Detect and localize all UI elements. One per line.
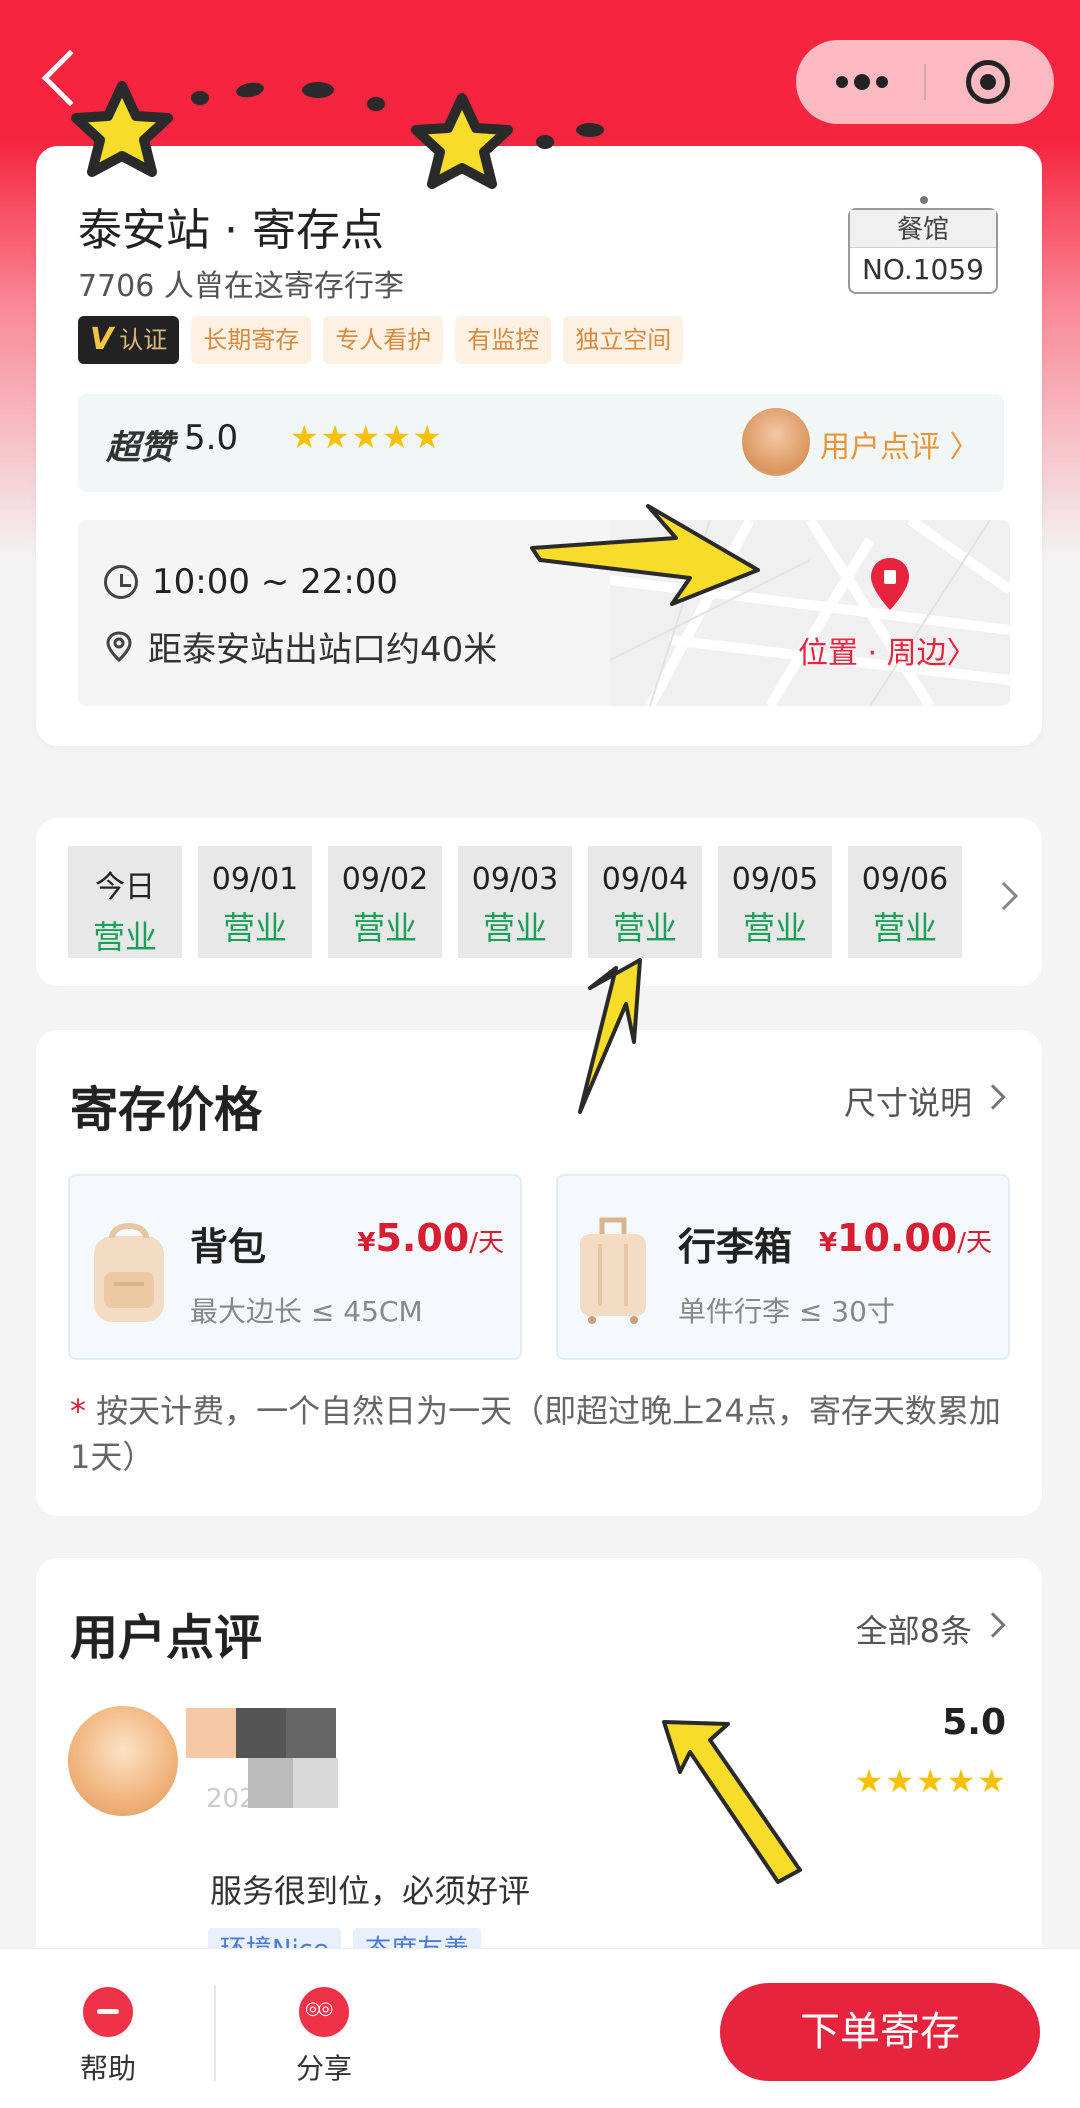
tag-monitor: 有监控 xyxy=(455,316,552,364)
price-item-desc: 单件行李 ≤ 30寸 xyxy=(678,1295,895,1328)
opening-hours: 10:00 ~ 22:00 xyxy=(104,562,398,602)
review-stars: ★★★★★ xyxy=(854,1762,1008,1800)
tag-long-term: 长期寄存 xyxy=(191,316,312,364)
price-item-suitcase: 行李箱 ¥10.00/天 单件行李 ≤ 30寸 xyxy=(556,1174,1010,1360)
more-dots-icon[interactable] xyxy=(836,72,896,92)
share-label: 分享 xyxy=(295,2052,352,2085)
price-amount: 10.00 xyxy=(837,1216,958,1260)
date-status: 营业 xyxy=(352,909,417,947)
backpack-icon xyxy=(94,1223,164,1322)
rating-row[interactable]: 超赞 5.0 ★★★★★ 用户点评 〉 xyxy=(78,394,1004,492)
date-list: 今日营业 09/01 营业 09/02 营业 09/03 营业 09/04 营业 09/… xyxy=(68,846,962,958)
wechat-share-icon xyxy=(299,1987,349,2037)
price-item-value: ¥5.00/天 xyxy=(357,1216,504,1260)
date-label: 09/04 xyxy=(601,862,689,897)
size-guide-link[interactable]: 尺寸说明 xyxy=(844,1078,972,1124)
date-item[interactable]: 09/06 营业 xyxy=(848,846,962,958)
business-days-card: 今日营业 09/01 营业 09/02 营业 09/03 营业 09/04 营业 09/… xyxy=(36,818,1042,986)
chevron-right-icon[interactable] xyxy=(989,881,1019,911)
help-button[interactable]: 帮助 xyxy=(48,1987,168,2087)
date-label: 09/06 xyxy=(861,862,949,897)
reviewer-name-mosaic xyxy=(186,1708,336,1758)
clock-icon xyxy=(104,565,138,599)
store-tags: V 认证 长期寄存 专人看护 有监控 独立空间 xyxy=(78,316,684,364)
distance-info: 距泰安站出站口约40米 xyxy=(104,622,497,671)
date-label: 09/05 xyxy=(731,862,819,897)
date-item[interactable]: 09/01 营业 xyxy=(198,846,312,958)
date-item[interactable]: 09/03 营业 xyxy=(458,846,572,958)
bottom-action-bar: 帮助 分享 下单寄存 xyxy=(0,1948,1080,2108)
currency-symbol: ¥ xyxy=(357,1228,376,1258)
distance-text: 距泰安站出站口约40米 xyxy=(148,630,498,670)
hours-text: 10:00 ~ 22:00 xyxy=(152,562,399,602)
price-item-desc: 最大边长 ≤ 45CM xyxy=(190,1295,423,1328)
reviews-title: 用户点评 xyxy=(70,1610,263,1666)
pricing-title: 寄存价格 xyxy=(70,1082,263,1138)
date-status: 营业 xyxy=(612,909,677,947)
rating-label: 超赞 xyxy=(106,428,174,468)
date-status: 营业 xyxy=(872,909,937,947)
tag-space: 独立空间 xyxy=(563,316,684,364)
date-status: 营业 xyxy=(482,909,547,947)
date-item[interactable]: 09/05 营业 xyxy=(718,846,832,958)
location-pin-icon xyxy=(106,630,132,662)
rating-score: 5.0 xyxy=(184,418,239,458)
currency-symbol: ¥ xyxy=(818,1228,838,1258)
target-circle-icon[interactable] xyxy=(966,60,1010,104)
billing-note: * 按天计费，一个自然日为一天（即超过晚上24点，寄存天数累加1天） xyxy=(70,1388,1010,1480)
verified-v-icon: V xyxy=(90,322,114,357)
date-label: 09/01 xyxy=(211,862,299,897)
date-status: 营业 xyxy=(222,909,287,947)
suitcase-icon xyxy=(580,1217,646,1324)
price-item-backpack: 背包 ¥5.00/天 最大边长 ≤ 45CM xyxy=(68,1174,522,1360)
price-unit: /天 xyxy=(469,1228,504,1258)
bottom-divider xyxy=(214,1985,216,2081)
map-thumbnail xyxy=(610,520,1010,706)
pricing-card: 寄存价格 尺寸说明 背包 ¥5.00/天 最大边长 ≤ 45CM 行李箱 ¥10… xyxy=(36,1030,1042,1516)
price-item-name: 行李箱 xyxy=(678,1225,793,1269)
mini-program-capsule xyxy=(796,40,1054,124)
price-amount: 5.00 xyxy=(375,1216,470,1260)
chevron-right-icon[interactable] xyxy=(980,1084,1006,1110)
user-review-link[interactable]: 用户点评 〉 xyxy=(820,422,980,466)
badge-category: 餐馆 xyxy=(850,210,996,248)
all-reviews-link[interactable]: 全部8条 xyxy=(856,1606,972,1652)
location-nearby-link[interactable]: 位置 · 周边〉 xyxy=(798,628,977,672)
store-number-badge: 餐馆 NO.1059 xyxy=(848,196,998,294)
price-item-value: ¥10.00/天 xyxy=(819,1216,992,1260)
chevron-right-icon[interactable] xyxy=(980,1612,1006,1638)
help-icon xyxy=(83,1987,133,2037)
help-label: 帮助 xyxy=(79,2052,136,2085)
rating-stars: ★★★★★ xyxy=(290,418,444,456)
map-marker-icon xyxy=(871,558,909,610)
store-subtitle: 7706 人曾在这寄存行李 xyxy=(78,269,404,304)
share-button[interactable]: 分享 xyxy=(264,1987,384,2087)
verified-label: 认证 xyxy=(119,326,168,354)
price-item-name: 背包 xyxy=(190,1225,267,1269)
store-title: 泰安站 · 寄存点 xyxy=(78,205,384,256)
review-score: 5.0 xyxy=(942,1702,1006,1743)
review-date-mosaic xyxy=(248,1758,338,1808)
date-item[interactable]: 09/04 营业 xyxy=(588,846,702,958)
verified-tag: V 认证 xyxy=(78,316,180,364)
price-unit: /天 xyxy=(957,1228,992,1258)
place-order-button[interactable]: 下单寄存 xyxy=(720,1983,1040,2081)
note-asterisk: * xyxy=(70,1392,86,1430)
note-text: 按天计费，一个自然日为一天（即超过晚上24点，寄存天数累加1天） xyxy=(70,1392,1001,1476)
review-text: 服务很到位，必须好评 xyxy=(210,1872,531,1910)
date-status: 营业 xyxy=(742,909,807,947)
badge-number: NO.1059 xyxy=(861,253,984,286)
date-label: 09/02 xyxy=(341,862,429,897)
date-label: 今日 xyxy=(95,870,155,905)
date-item[interactable]: 09/02 营业 xyxy=(328,846,442,958)
date-status: 营业 xyxy=(92,918,157,956)
location-box[interactable]: 10:00 ~ 22:00 距泰安站出站口约40米 位置 · 周边〉 xyxy=(78,520,1010,706)
date-item[interactable]: 今日 营业 xyxy=(68,846,182,958)
tag-care: 专人看护 xyxy=(323,316,444,364)
capsule-divider xyxy=(924,64,926,100)
store-info-card: 泰安站 · 寄存点 7706 人曾在这寄存行李 V 认证 长期寄存 专人看护 有… xyxy=(36,146,1042,746)
date-label: 09/03 xyxy=(471,862,559,897)
reviewer-avatar xyxy=(742,408,810,476)
avatar xyxy=(68,1706,178,1816)
